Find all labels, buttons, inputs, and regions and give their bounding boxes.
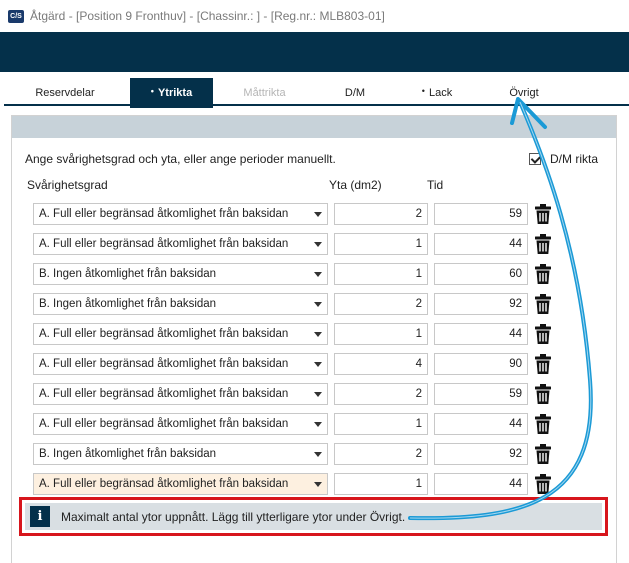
trash-icon[interactable] <box>535 264 551 284</box>
time-input[interactable]: 92 <box>434 293 528 315</box>
table-row: A. Full eller begränsad åtkomlighet från… <box>33 323 573 345</box>
time-input[interactable]: 44 <box>434 413 528 435</box>
tab-bar: Reservdelar • Ytrikta Måttrikta D/M • Lack… <box>0 72 629 108</box>
difficulty-value: A. Full eller begränsad åtkomlighet från… <box>39 208 289 220</box>
difficulty-select[interactable]: A. Full eller begränsad åtkomlighet från… <box>33 473 328 495</box>
chevron-down-icon[interactable] <box>314 242 322 247</box>
area-input[interactable]: 1 <box>334 473 428 495</box>
time-input[interactable]: 59 <box>434 203 528 225</box>
chevron-down-icon[interactable] <box>314 332 322 337</box>
time-input[interactable]: 92 <box>434 443 528 465</box>
area-input[interactable]: 1 <box>334 233 428 255</box>
column-header-area: Yta (dm2) <box>329 178 382 192</box>
time-input[interactable]: 60 <box>434 263 528 285</box>
difficulty-select[interactable]: B. Ingen åtkomlighet från baksidan <box>33 443 328 465</box>
area-input[interactable]: 1 <box>334 263 428 285</box>
difficulty-value: A. Full eller begränsad åtkomlighet från… <box>39 328 289 340</box>
difficulty-value: B. Ingen åtkomlighet från baksidan <box>39 268 217 280</box>
difficulty-select[interactable]: A. Full eller begränsad åtkomlighet från… <box>33 413 328 435</box>
difficulty-select[interactable]: A. Full eller begränsad åtkomlighet från… <box>33 353 328 375</box>
tab-mattrikta[interactable]: Måttrikta <box>213 78 312 108</box>
dm-rikta-label: D/M rikta <box>550 152 598 166</box>
trash-icon[interactable] <box>535 324 551 344</box>
panel-header-strip <box>12 116 616 138</box>
area-input[interactable]: 2 <box>334 203 428 225</box>
trash-icon[interactable] <box>535 474 551 494</box>
difficulty-select[interactable]: B. Ingen åtkomlighet från baksidan <box>33 293 328 315</box>
difficulty-value: A. Full eller begränsad åtkomlighet från… <box>39 418 289 430</box>
difficulty-value: A. Full eller begränsad åtkomlighet från… <box>39 388 289 400</box>
dm-rikta-checkbox[interactable]: D/M rikta <box>529 152 598 166</box>
info-icon: i <box>30 506 50 527</box>
time-input[interactable]: 44 <box>434 233 528 255</box>
table-row: B. Ingen åtkomlighet från baksidan 2 92 <box>33 293 573 315</box>
trash-icon[interactable] <box>535 354 551 374</box>
table-row: A. Full eller begränsad åtkomlighet från… <box>33 383 573 405</box>
tab-ytrikta[interactable]: • Ytrikta <box>130 78 213 108</box>
table-row: A. Full eller begränsad åtkomlighet från… <box>33 353 573 375</box>
table-row: B. Ingen åtkomlighet från baksidan 1 60 <box>33 263 573 285</box>
instruction-text: Ange svårighetsgrad och yta, eller ange … <box>25 152 336 166</box>
time-input[interactable]: 59 <box>434 383 528 405</box>
difficulty-select[interactable]: A. Full eller begränsad åtkomlighet från… <box>33 233 328 255</box>
time-input[interactable]: 44 <box>434 473 528 495</box>
info-message: Maximalt antal ytor uppnått. Lägg till y… <box>61 509 406 524</box>
window-title: Åtgärd - [Position 9 Fronthuv] - [Chassi… <box>30 9 385 23</box>
area-input[interactable]: 2 <box>334 293 428 315</box>
title-bar: C/S Åtgärd - [Position 9 Fronthuv] - [Ch… <box>0 0 629 32</box>
chevron-down-icon[interactable] <box>314 422 322 427</box>
table-row: A. Full eller begränsad åtkomlighet från… <box>33 473 573 495</box>
trash-icon[interactable] <box>535 414 551 434</box>
table-row: A. Full eller begränsad åtkomlighet från… <box>33 233 573 255</box>
tab-dm[interactable]: D/M <box>312 78 394 108</box>
difficulty-value: A. Full eller begränsad åtkomlighet från… <box>39 478 289 490</box>
time-input[interactable]: 90 <box>434 353 528 375</box>
ytrikta-panel: Ange svårighetsgrad och yta, eller ange … <box>11 115 617 563</box>
difficulty-value: B. Ingen åtkomlighet från baksidan <box>39 298 217 310</box>
difficulty-select[interactable]: B. Ingen åtkomlighet från baksidan <box>33 263 328 285</box>
tab-reservdelar[interactable]: Reservdelar <box>4 78 122 108</box>
trash-icon[interactable] <box>535 294 551 314</box>
chevron-down-icon[interactable] <box>314 212 322 217</box>
difficulty-select[interactable]: A. Full eller begränsad åtkomlighet från… <box>33 323 328 345</box>
trash-icon[interactable] <box>535 444 551 464</box>
area-input[interactable]: 4 <box>334 353 428 375</box>
tab-ovrigt[interactable]: Övrigt <box>480 78 564 108</box>
header-band <box>0 32 629 72</box>
modified-marker: • <box>150 86 154 96</box>
chevron-down-icon[interactable] <box>314 482 322 487</box>
column-header-time: Tid <box>427 178 444 192</box>
chevron-down-icon[interactable] <box>314 302 322 307</box>
table-row: A. Full eller begränsad åtkomlighet från… <box>33 413 573 435</box>
time-input[interactable]: 44 <box>434 323 528 345</box>
column-header-difficulty: Svårighetsgrad <box>27 178 108 192</box>
tab-lack[interactable]: • Lack <box>394 78 480 108</box>
modified-marker: • <box>421 86 425 96</box>
trash-icon[interactable] <box>535 204 551 224</box>
area-input[interactable]: 2 <box>334 443 428 465</box>
annotation-highlight-box: i Maximalt antal ytor uppnått. Lägg till… <box>19 497 608 536</box>
table-row: A. Full eller begränsad åtkomlighet från… <box>33 203 573 225</box>
difficulty-select[interactable]: A. Full eller begränsad åtkomlighet från… <box>33 203 328 225</box>
difficulty-select[interactable]: A. Full eller begränsad åtkomlighet från… <box>33 383 328 405</box>
checkbox-checked-icon[interactable] <box>529 153 541 165</box>
difficulty-value: A. Full eller begränsad åtkomlighet från… <box>39 358 289 370</box>
difficulty-value: A. Full eller begränsad åtkomlighet från… <box>39 238 289 250</box>
app-icon: C/S <box>8 9 24 23</box>
info-message-bar: i Maximalt antal ytor uppnått. Lägg till… <box>25 503 602 530</box>
chevron-down-icon[interactable] <box>314 272 322 277</box>
chevron-down-icon[interactable] <box>314 362 322 367</box>
trash-icon[interactable] <box>535 384 551 404</box>
trash-icon[interactable] <box>535 234 551 254</box>
chevron-down-icon[interactable] <box>314 392 322 397</box>
area-input[interactable]: 2 <box>334 383 428 405</box>
area-input[interactable]: 1 <box>334 323 428 345</box>
area-input[interactable]: 1 <box>334 413 428 435</box>
chevron-down-icon[interactable] <box>314 452 322 457</box>
table-row: B. Ingen åtkomlighet från baksidan 2 92 <box>33 443 573 465</box>
difficulty-value: B. Ingen åtkomlighet från baksidan <box>39 448 217 460</box>
